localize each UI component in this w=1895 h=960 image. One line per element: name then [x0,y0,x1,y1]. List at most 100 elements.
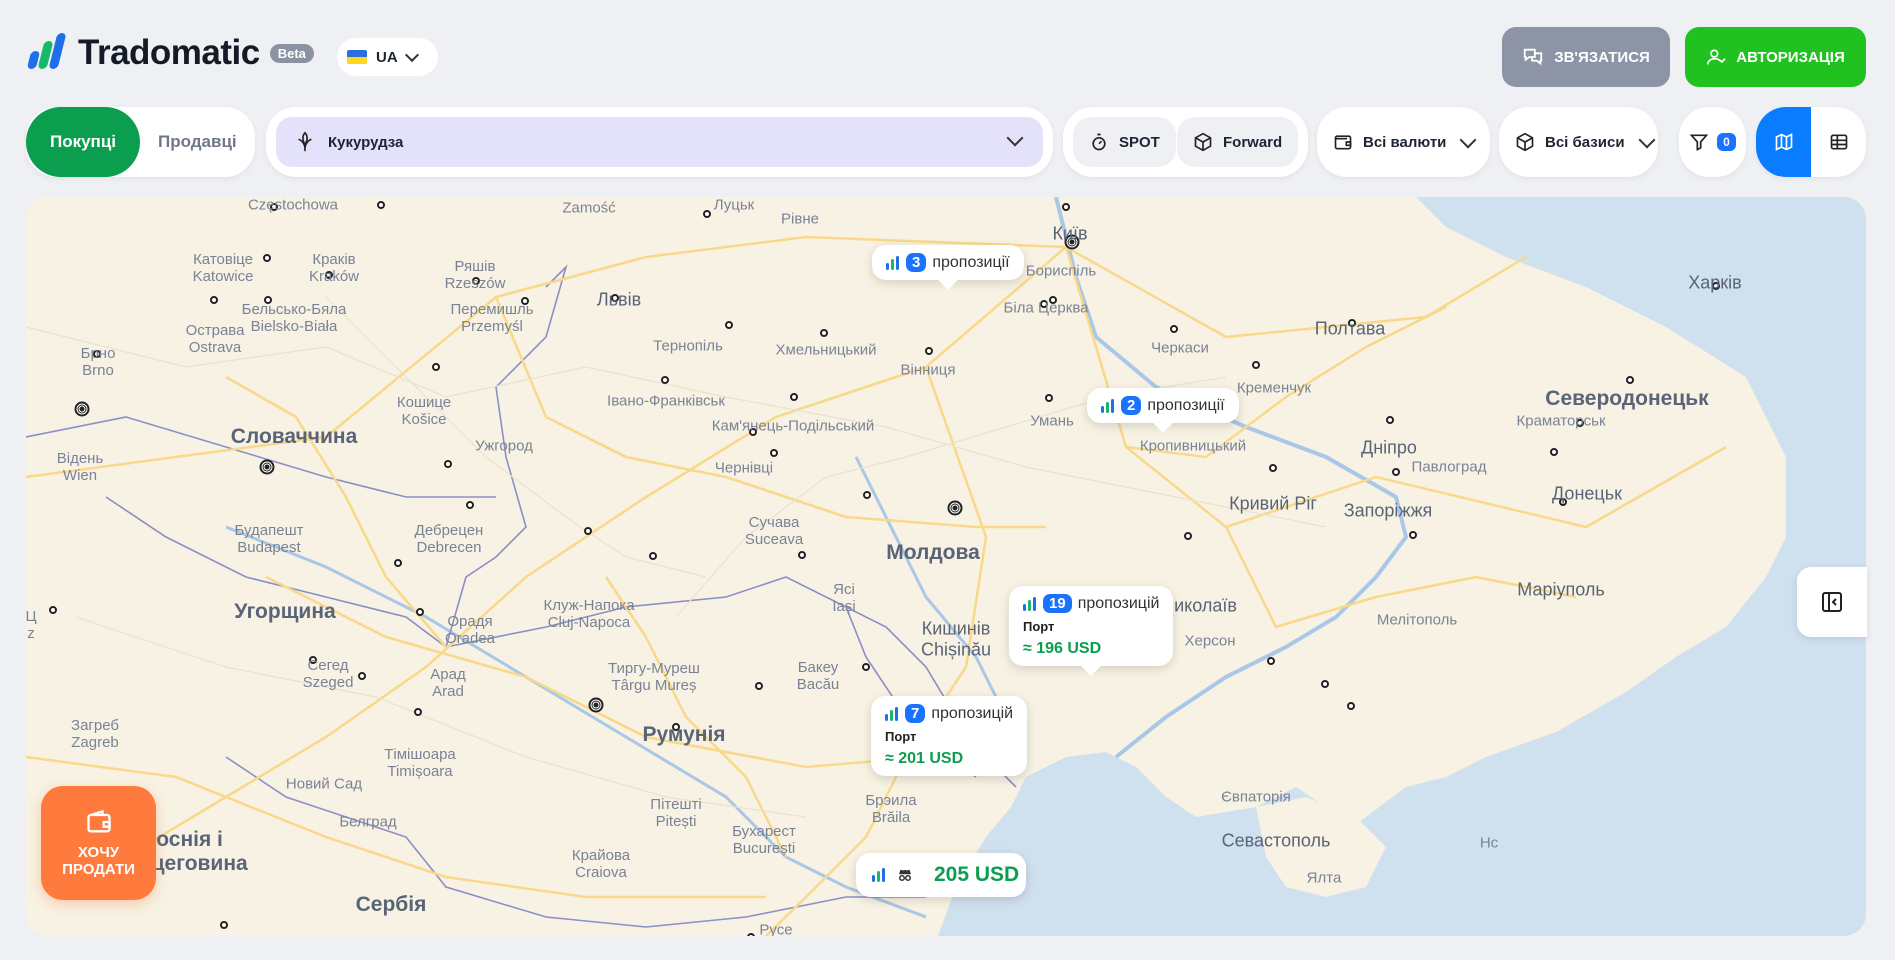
basis-type-label: Порт [885,729,917,744]
currency-label: Всі валюти [1363,133,1447,151]
city-marker [703,210,711,218]
map-place-label: Северодонецьк [1545,386,1709,410]
city-marker [798,551,806,559]
spot-button[interactable]: SPOT [1073,117,1176,167]
map-place-label: Сучава Suceava [744,513,804,548]
city-marker [1626,376,1634,384]
city-marker [747,933,755,936]
box-icon [1516,132,1534,152]
map-place-label: Тернопіль [653,337,723,355]
basis-label: Всі базиси [1545,133,1625,151]
map-place-label: Кривий Ріг [1229,493,1317,514]
map-place-label: Загреб Zagreb [71,716,119,751]
city-marker [1321,680,1329,688]
map-place-label: Ужгород [475,437,533,455]
basis-type-label: Порт [1023,619,1055,634]
offer-count-label: пропозиції [1147,396,1225,414]
offer-count-badge: 3 [906,253,927,272]
logo-text: Tradomatic [78,33,260,72]
map-place-label: Івано-Франківськ [607,392,725,410]
map-place-label: Ряшів Rzeszów [444,257,506,292]
filter-count-badge: 0 [1717,133,1736,151]
map-place-label: Ц z [26,607,37,642]
crop-select[interactable]: Кукурудза [276,117,1043,167]
map-place-label: Полтава [1314,318,1386,339]
city-marker [1392,468,1400,476]
auth-button[interactable]: АВТОРИЗАЦІЯ [1685,27,1866,87]
currency-filter[interactable]: Всі валюти [1317,107,1490,177]
wallet-icon [86,809,111,833]
map-place-label: Тиргу-Муреш Târgu Mureș [608,659,700,694]
map-place-label: Рівне [781,210,819,228]
brand-icon [886,255,900,270]
city-marker [414,708,422,716]
map-place-label: Львів [596,289,642,310]
city-marker [755,682,763,690]
map-place-label: Кишинів Chișinău [920,618,992,659]
offer-count-badge: 2 [1121,396,1142,415]
role-switch: Покупці Продавці [26,107,255,177]
logo[interactable]: Tradomatic Beta [26,33,314,73]
offer-marker-izmail[interactable]: 7 пропозицій Порт ≈ 201 USD [871,696,1028,776]
beta-badge: Beta [269,43,314,63]
stopwatch-icon [1092,133,1106,151]
map-place-label: Луцьк [713,197,755,214]
table-view-button[interactable] [1811,107,1866,177]
offer-count-label: пропозиції [932,253,1010,271]
map-place-label: Молдова [886,540,980,564]
offer-count-label: пропозицій [931,704,1014,722]
advanced-filter-button[interactable]: 0 [1679,107,1746,177]
offer-marker-kropyvnytskyi[interactable]: 2 пропозиції [1087,388,1239,423]
capital-marker [947,500,963,516]
city-marker [49,606,57,614]
map-place-label: Нс [1479,834,1499,852]
map-place-label: Клуж-Напока Cluj-Napoca [543,596,635,631]
map-place-label: Орадя Oradea [444,612,496,647]
map-place-label: Маріуполь [1517,579,1605,600]
city-marker [1269,464,1277,472]
ukraine-flag-icon [347,50,367,64]
collapse-panel-button[interactable] [1797,567,1867,637]
city-marker [862,663,870,671]
map-place-label: Тімішоара Timișoara [384,745,456,780]
language-select[interactable]: UA [337,38,438,76]
city-marker [863,491,871,499]
map-place-label: Херсон [1184,632,1236,650]
map-place-label: Бориспіль [1025,262,1097,280]
price-chip[interactable]: 205 USD [856,853,1026,897]
city-marker [263,254,271,262]
sellers-tab[interactable]: Продавці [158,107,255,177]
offer-marker-odesa[interactable]: 19 пропозицій Порт ≈ 196 USD [1009,586,1174,666]
map-place-label: Дніпро [1361,437,1417,458]
want-to-sell-button[interactable]: ХОЧУ ПРОДАТИ [41,786,156,900]
table-icon [1830,134,1847,150]
offer-marker-kyiv[interactable]: 3 пропозиції [872,245,1024,280]
capital-marker [259,459,275,475]
map[interactable]: Częstochowa Zamość Луцьк Рівне Київ Катовіце … [26,197,1866,936]
want-to-sell-label: ХОЧУ ПРОДАТИ [62,843,135,878]
forward-button[interactable]: Forward [1177,117,1299,167]
spy-icon [899,869,911,881]
contact-button[interactable]: ЗВ'ЯЗАТИСЯ [1502,27,1670,87]
map-place-label: Арад Arad [430,665,466,700]
map-view-button[interactable] [1756,107,1811,177]
map-place-label: Сегед Szeged [302,656,354,691]
deal-type-filter: SPOT Forward [1063,107,1308,177]
map-place-label: Біла Церква [1003,299,1089,317]
city-marker [1252,361,1260,369]
map-place-label: Відень Wien [56,449,104,484]
chevron-down-icon [1006,129,1024,147]
buyers-tab[interactable]: Покупці [26,107,140,177]
basis-filter[interactable]: Всі базиси [1499,107,1658,177]
city-marker [358,672,366,680]
map-place-label: Краків Kraków [308,250,360,285]
spot-label: SPOT [1119,133,1160,151]
map-place-label: Запоріжжя [1343,500,1433,521]
contact-label: ЗВ'ЯЗАТИСЯ [1554,48,1650,66]
capital-marker [588,697,604,713]
city-marker [220,921,228,929]
price-chip-value: 205 USD [934,863,1020,886]
map-place-label: Белград [339,813,397,831]
city-marker [394,559,402,567]
offer-price: ≈ 201 USD [885,750,964,767]
